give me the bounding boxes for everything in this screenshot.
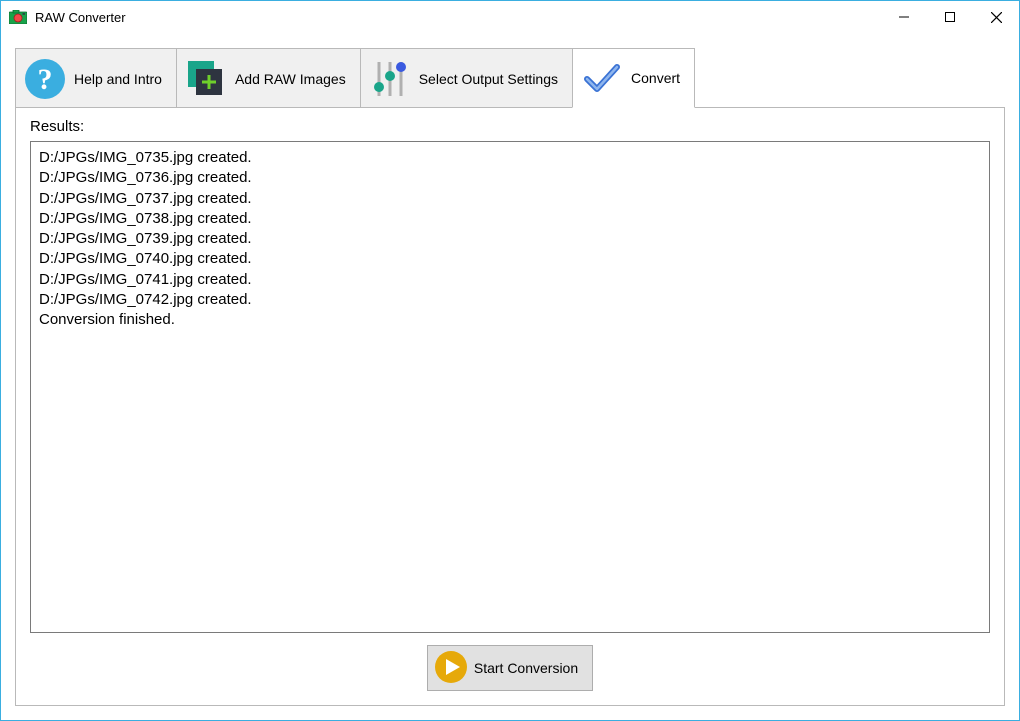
close-button[interactable] (973, 1, 1019, 33)
play-icon (434, 650, 468, 687)
app-camera-icon (9, 10, 27, 24)
tab-area: ? Help and Intro Add (15, 47, 1005, 706)
window: RAW Converter ? (0, 0, 1020, 721)
svg-text:?: ? (38, 63, 53, 96)
body: ? Help and Intro Add (1, 33, 1019, 720)
add-images-icon (185, 58, 227, 100)
maximize-button[interactable] (927, 1, 973, 33)
help-icon: ? (24, 58, 66, 100)
tab-page-convert: Results: D:/JPGs/IMG_0735.jpg created. D… (15, 107, 1005, 706)
minimize-button[interactable] (881, 1, 927, 33)
results-label: Results: (30, 118, 990, 135)
tab-convert[interactable]: Convert (572, 48, 695, 108)
tab-label: Add RAW Images (235, 71, 346, 87)
window-title: RAW Converter (35, 10, 126, 25)
tab-strip: ? Help and Intro Add (15, 47, 1005, 107)
tab-output-settings[interactable]: Select Output Settings (360, 48, 573, 108)
tab-label: Convert (631, 70, 680, 86)
start-conversion-button[interactable]: Start Conversion (427, 645, 593, 691)
window-controls (881, 1, 1019, 33)
check-icon (581, 57, 623, 99)
footer: Start Conversion (30, 633, 990, 691)
titlebar: RAW Converter (1, 1, 1019, 33)
results-textarea[interactable]: D:/JPGs/IMG_0735.jpg created. D:/JPGs/IM… (30, 141, 990, 633)
tab-label: Help and Intro (74, 71, 162, 87)
start-button-label: Start Conversion (474, 660, 578, 676)
sliders-icon (369, 58, 411, 100)
tab-help[interactable]: ? Help and Intro (15, 48, 177, 108)
tab-add-images[interactable]: Add RAW Images (176, 48, 361, 108)
tab-label: Select Output Settings (419, 71, 558, 87)
